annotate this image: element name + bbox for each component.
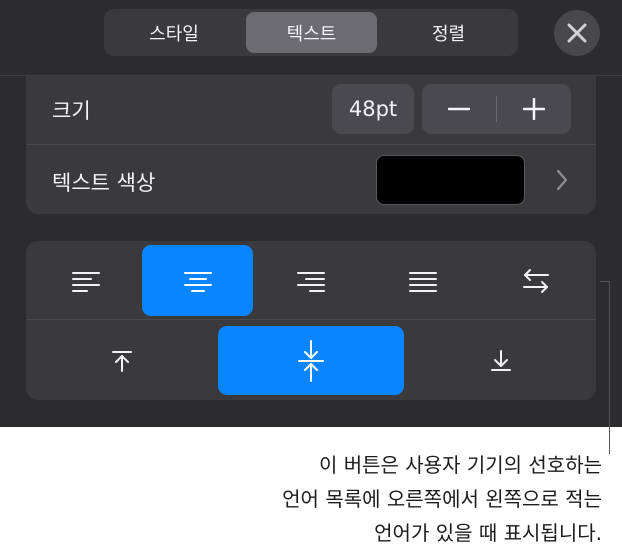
chevron-right-icon — [556, 169, 568, 191]
minus-icon — [448, 107, 470, 111]
vertical-alignment-row — [26, 320, 596, 400]
align-middle-button[interactable] — [218, 326, 404, 395]
text-color-swatch[interactable] — [376, 155, 525, 205]
increase-size-button[interactable] — [497, 84, 571, 134]
align-left-icon — [71, 271, 100, 292]
text-direction-icon — [522, 268, 549, 293]
align-bottom-button[interactable] — [409, 326, 592, 395]
callout-line — [600, 281, 609, 282]
close-icon — [567, 23, 587, 43]
horizontal-alignment-row — [26, 241, 596, 320]
align-top-icon — [111, 350, 132, 372]
size-stepper — [422, 84, 571, 134]
align-left-button[interactable] — [30, 245, 141, 316]
text-color-row[interactable]: 텍스트 색상 — [26, 145, 596, 214]
align-bottom-icon — [490, 349, 511, 371]
text-color-label: 텍스트 색상 — [52, 171, 156, 195]
size-label: 크기 — [52, 99, 91, 123]
size-row: 크기 48pt — [26, 76, 596, 145]
text-format-panel: 스타일 텍스트 정렬 크기 48pt 텍스트 색상 — [0, 0, 622, 427]
tab-segmented-control: 스타일 텍스트 정렬 — [104, 9, 518, 56]
size-value[interactable]: 48pt — [332, 84, 414, 134]
panel-header: 스타일 텍스트 정렬 — [0, 0, 622, 76]
close-button[interactable] — [554, 10, 600, 56]
align-justify-button[interactable] — [367, 245, 478, 316]
text-settings-group: 크기 48pt 텍스트 색상 — [26, 76, 596, 214]
decrease-size-button[interactable] — [422, 84, 496, 134]
caption-line: 언어가 있을 때 표시됩니다. — [374, 521, 602, 545]
caption-line: 이 버튼은 사용자 기기의 선호하는 — [318, 453, 602, 477]
align-middle-icon — [298, 339, 324, 382]
tab-style[interactable]: 스타일 — [108, 12, 240, 53]
callout-line-vertical — [609, 281, 610, 454]
alignment-group — [26, 241, 596, 400]
text-direction-button[interactable] — [480, 245, 591, 316]
align-top-button[interactable] — [30, 326, 213, 395]
callout-caption: 이 버튼은 사용자 기기의 선호하는 언어 목록에 오른쪽에서 왼쪽으로 적는 … — [162, 448, 602, 550]
tab-arrange[interactable]: 정렬 — [383, 12, 514, 53]
align-justify-icon — [408, 271, 437, 292]
align-right-button[interactable] — [255, 245, 366, 316]
align-right-icon — [296, 271, 325, 292]
caption-line: 언어 목록에 오른쪽에서 왼쪽으로 적는 — [282, 487, 602, 511]
tab-text[interactable]: 텍스트 — [246, 12, 377, 53]
align-center-icon — [183, 271, 212, 292]
align-center-button[interactable] — [142, 245, 253, 316]
plus-icon — [523, 98, 545, 120]
